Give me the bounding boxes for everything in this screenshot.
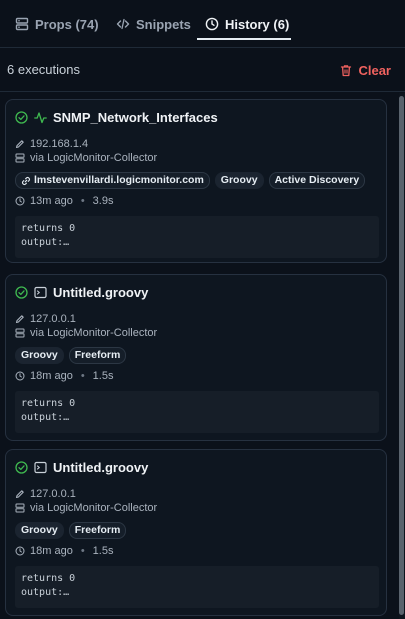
small-clock-icon [15, 546, 25, 556]
tag-list: Groovy Freeform [15, 347, 127, 364]
time-ago: 18m ago [30, 370, 73, 382]
tab-props[interactable]: Props (74) [15, 0, 99, 48]
language-tag: Groovy [15, 347, 64, 364]
output-preview: returns 0 output:… [15, 391, 379, 433]
trash-icon [340, 64, 352, 77]
collector-row: via LogicMonitor-Collector [15, 502, 157, 514]
mode-tag: Active Discovery [268, 172, 366, 189]
active-tab-indicator [197, 38, 291, 40]
host-address: 192.168.1.4 [30, 138, 89, 150]
history-item-title: Untitled.groovy [15, 284, 148, 300]
history-list[interactable]: SNMP_Network_Interfaces 192.168.1.4 via … [0, 93, 405, 619]
host-row: 127.0.0.1 [15, 313, 76, 325]
history-item-title: SNMP_Network_Interfaces [15, 109, 218, 125]
timing-row: 18m ago • 1.5s [15, 370, 113, 382]
duration: 3.9s [92, 195, 114, 207]
output-line: output:… [21, 587, 70, 598]
scrollbar-thumb[interactable] [399, 96, 404, 615]
tag-list: Groovy Freeform [15, 522, 127, 539]
history-item[interactable]: Untitled.groovy 127.0.0.1 via LogicMonit… [5, 274, 387, 441]
success-check-icon [15, 285, 28, 299]
output-line: returns 0 [21, 398, 76, 409]
output-line: returns 0 [21, 223, 76, 234]
collector-server-icon [15, 328, 25, 338]
clear-history-button[interactable]: Clear [340, 60, 391, 80]
history-item-title: Untitled.groovy [15, 459, 148, 475]
tab-bar: Props (74) Snippets History (6) [0, 0, 405, 48]
output-line: output:… [21, 412, 70, 423]
output-preview: returns 0 output:… [15, 566, 379, 608]
script-name: Untitled.groovy [53, 284, 149, 300]
portal-tag-label: lmstevenvillardi.logicmonitor.com [34, 174, 204, 186]
clock-icon [205, 17, 219, 31]
code-icon [116, 17, 130, 31]
success-check-icon [15, 110, 28, 124]
execution-count: 6 executions [7, 62, 80, 77]
link-icon [21, 176, 31, 186]
tab-snippets[interactable]: Snippets [116, 0, 191, 48]
mode-tag: Freeform [68, 522, 127, 539]
pencil-icon [15, 139, 25, 149]
pencil-icon [15, 489, 25, 499]
history-item[interactable]: Untitled.groovy 127.0.0.1 via LogicMonit… [5, 449, 387, 616]
separator-dot: • [80, 370, 85, 382]
collector-row: via LogicMonitor-Collector [15, 152, 157, 164]
timing-row: 18m ago • 1.5s [15, 545, 113, 557]
collector-name: via LogicMonitor-Collector [30, 502, 158, 514]
clear-label: Clear [358, 62, 391, 78]
time-ago: 18m ago [30, 545, 73, 557]
activity-icon [34, 111, 47, 124]
host-row: 192.168.1.4 [15, 138, 88, 150]
separator-dot: • [80, 195, 85, 207]
mode-tag: Freeform [68, 347, 127, 364]
output-line: output:… [21, 237, 70, 248]
script-name: Untitled.groovy [53, 459, 149, 475]
separator-dot: • [80, 545, 85, 557]
tag-list: lmstevenvillardi.logicmonitor.com Groovy… [15, 172, 366, 189]
server-icon [15, 17, 29, 31]
duration: 1.5s [92, 545, 114, 557]
host-address: 127.0.0.1 [30, 488, 76, 500]
output-preview: returns 0 output:… [15, 216, 379, 258]
collector-name: via LogicMonitor-Collector [30, 152, 158, 164]
history-item[interactable]: SNMP_Network_Interfaces 192.168.1.4 via … [5, 99, 387, 263]
output-line: returns 0 [21, 573, 76, 584]
tab-history[interactable]: History (6) [205, 0, 289, 48]
success-check-icon [15, 460, 28, 474]
small-clock-icon [15, 196, 25, 206]
terminal-icon [34, 286, 47, 299]
small-clock-icon [15, 371, 25, 381]
host-address: 127.0.0.1 [30, 313, 76, 325]
collector-server-icon [15, 153, 25, 163]
host-row: 127.0.0.1 [15, 488, 76, 500]
pencil-icon [15, 314, 25, 324]
tab-props-label: Props (74) [35, 16, 99, 32]
collector-name: via LogicMonitor-Collector [30, 327, 158, 339]
language-tag: Groovy [15, 522, 64, 539]
collector-server-icon [15, 503, 25, 513]
tab-snippets-label: Snippets [136, 16, 191, 32]
history-summary: 6 executions Clear [0, 48, 405, 92]
collector-row: via LogicMonitor-Collector [15, 327, 157, 339]
timing-row: 13m ago • 3.9s [15, 195, 113, 207]
terminal-icon [34, 461, 47, 474]
language-tag: Groovy [214, 172, 264, 189]
duration: 1.5s [92, 370, 114, 382]
time-ago: 13m ago [30, 195, 73, 207]
portal-tag: lmstevenvillardi.logicmonitor.com [15, 172, 210, 189]
tab-history-label: History (6) [225, 16, 290, 32]
script-name: SNMP_Network_Interfaces [53, 109, 218, 125]
